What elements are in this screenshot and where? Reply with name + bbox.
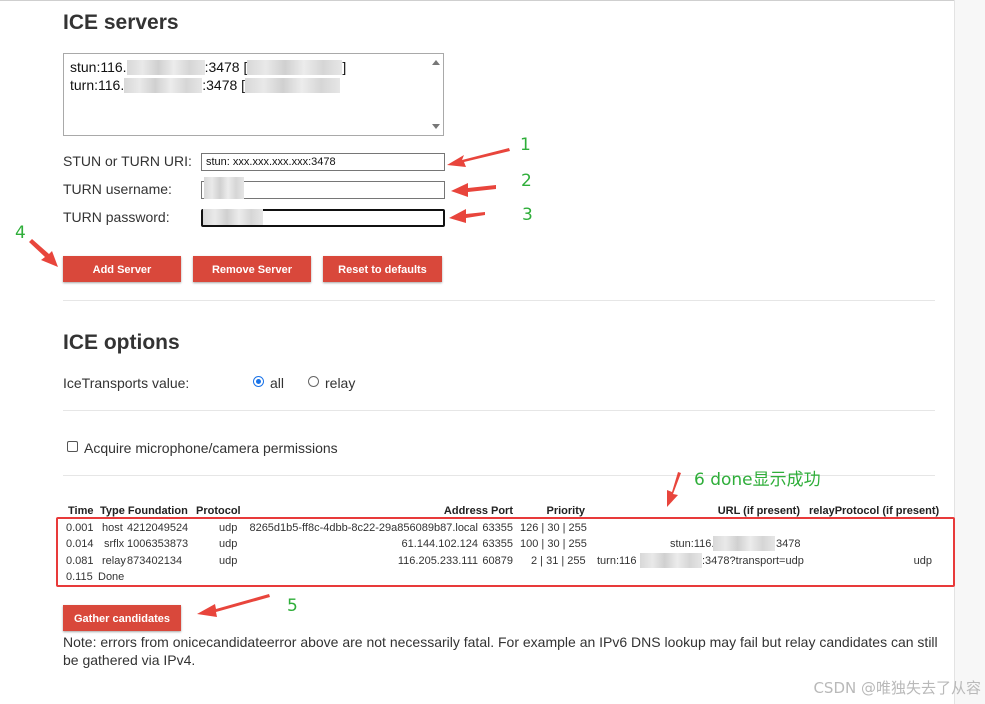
add-server-button[interactable]: Add Server	[63, 256, 181, 282]
server-credential-bracket: [	[237, 77, 246, 93]
ice-transports-label: IceTransports value:	[63, 375, 190, 391]
col-header-time: Time	[68, 505, 94, 517]
redacted-credentials	[247, 60, 343, 75]
server-credential-bracket: [	[239, 59, 248, 75]
ice-transports-all-radio[interactable]	[253, 376, 264, 387]
col-header-type-foundation: Type Foundation	[100, 505, 188, 517]
annotation-4: 4	[15, 223, 26, 243]
turn-username-label: TURN username:	[63, 181, 172, 197]
remove-server-button[interactable]: Remove Server	[193, 256, 311, 282]
reset-defaults-button[interactable]: Reset to defaults	[323, 256, 442, 282]
turn-password-label: TURN password:	[63, 209, 170, 225]
annotation-5: 5	[287, 596, 298, 616]
annotation-3: 3	[522, 205, 533, 225]
col-header-url: URL (if present)	[717, 505, 800, 517]
stun-turn-uri-input[interactable]	[201, 153, 445, 171]
col-header-protocol: Protocol	[196, 505, 241, 517]
acquire-permissions-label[interactable]: Acquire microphone/camera permissions	[84, 440, 338, 456]
ice-options-heading: ICE options	[63, 331, 180, 354]
ice-transports-relay-radio[interactable]	[308, 376, 319, 387]
redacted-host	[126, 60, 205, 75]
annotation-2: 2	[521, 171, 532, 191]
redacted-credentials	[245, 78, 341, 93]
trickle-ice-page: ICE servers stun:116. :3478 [] turn:116.:…	[0, 0, 955, 704]
server-list-item[interactable]: turn:116. :3478 [	[70, 77, 341, 93]
turn-password-input[interactable]	[201, 209, 445, 227]
col-header-priority: Priority	[546, 505, 585, 517]
ice-servers-listbox[interactable]: stun:116. :3478 [] turn:116. :3478 [	[63, 53, 444, 136]
redacted-host	[124, 78, 203, 93]
turn-username-input[interactable]	[201, 177, 445, 199]
annotation-6: 6 done显示成功	[694, 470, 821, 490]
server-credential-close: ]	[342, 59, 347, 75]
gather-candidates-button[interactable]: Gather candidates	[63, 605, 181, 631]
stun-turn-uri-label: STUN or TURN URI:	[63, 153, 192, 169]
results-highlight-box	[56, 517, 955, 587]
server-uri-prefix: turn:116.	[70, 77, 125, 93]
server-uri-prefix: stun:116.	[70, 59, 127, 75]
ice-transports-relay-label[interactable]: relay	[325, 375, 355, 391]
note-text: Note: errors from onicecandidateerror ab…	[63, 634, 938, 668]
section-divider	[63, 300, 935, 301]
annotation-1: 1	[520, 135, 531, 155]
redacted-username	[204, 177, 244, 199]
ice-transports-all-label[interactable]: all	[270, 375, 284, 391]
ice-servers-heading: ICE servers	[63, 11, 179, 34]
server-uri-port: :3478	[202, 77, 238, 93]
listbox-scrollbar[interactable]	[429, 54, 443, 135]
col-header-relay-protocol: relayProtocol (if present)	[809, 505, 940, 517]
col-header-address-port: Address Port	[443, 505, 513, 517]
section-divider	[63, 410, 935, 411]
server-list-item[interactable]: stun:116. :3478 []	[70, 59, 346, 75]
scroll-down-icon[interactable]	[432, 124, 440, 129]
scroll-up-icon[interactable]	[432, 60, 440, 65]
redacted-password	[203, 209, 263, 225]
acquire-permissions-checkbox[interactable]	[67, 441, 78, 452]
server-uri-port: :3478	[204, 59, 240, 75]
window-side-margin	[955, 0, 985, 704]
csdn-watermark: CSDN @唯独失去了从容	[813, 679, 981, 697]
